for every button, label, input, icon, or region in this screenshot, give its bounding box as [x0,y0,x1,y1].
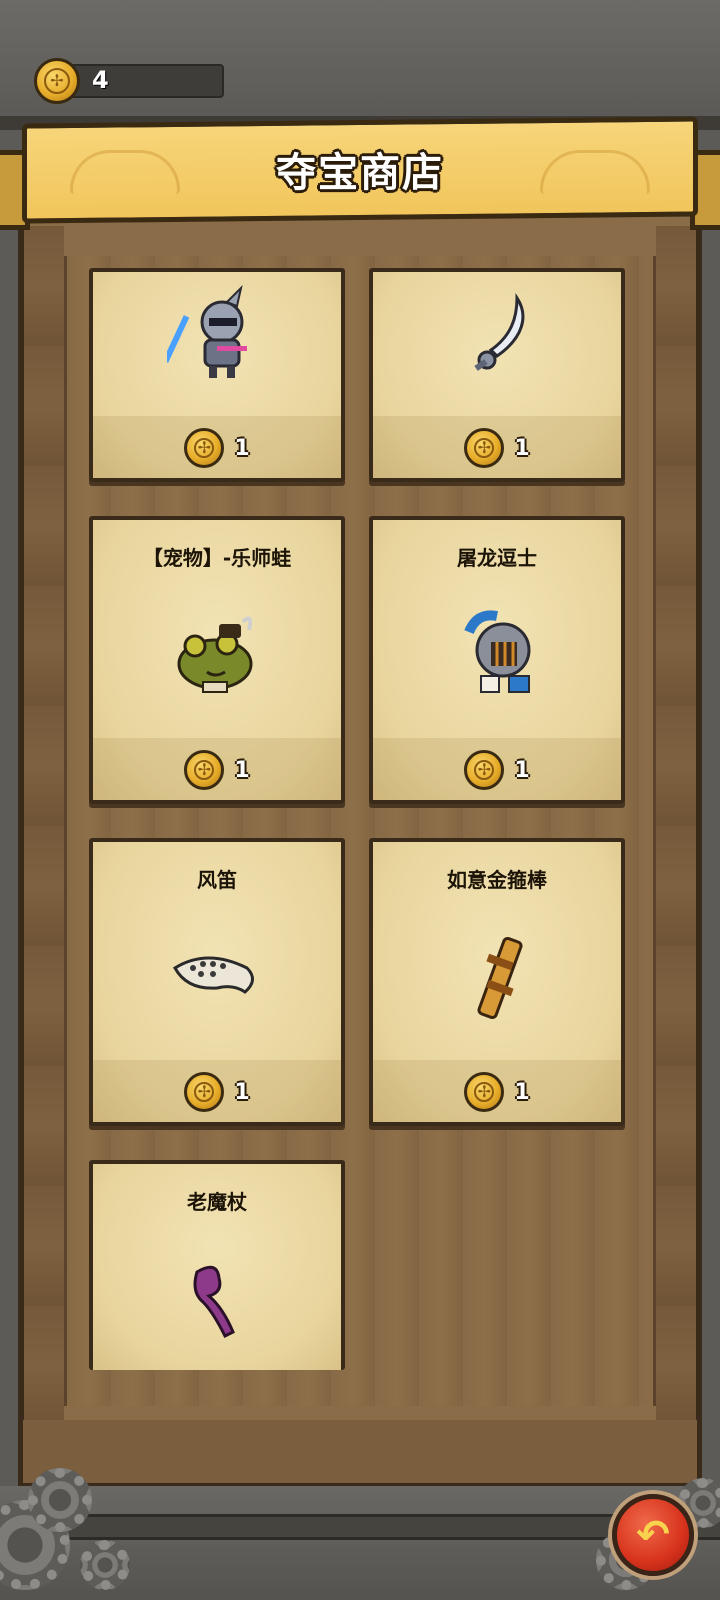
shop-item-card[interactable]: 1 [369,268,625,482]
purple-wand-icon [193,1265,235,1339]
price-tag: 1 [373,1072,621,1112]
musician-frog-pet-icon [177,616,253,693]
gold-coin-icon [184,750,225,790]
shop-item-card[interactable]: 屠龙逗士 1 [369,516,625,804]
page-title: 夺宝商店 [276,150,444,196]
price-value: 1 [234,435,250,461]
item-name: 屠龙逗士 [457,546,537,570]
item-name: 风笛 [197,868,237,892]
gear-icon [80,1540,130,1590]
price-value: 1 [514,435,530,461]
shop-item-card[interactable]: 【宠物】-乐师蛙 1 [89,516,345,804]
gold-coin-icon [34,58,80,104]
item-name: 如意金箍棒 [447,868,547,892]
board-carving-right [656,226,696,1426]
price-tag: 1 [93,750,341,790]
price-value: 1 [514,757,530,783]
price-value: 1 [514,1079,530,1105]
gold-coin-icon [184,428,225,468]
armored-knight-icon [464,610,531,693]
gear-icon [28,1468,92,1532]
back-arrow-icon: ↶ [636,1512,670,1558]
back-button[interactable]: ↶ [612,1494,694,1576]
currency-counter: 4 [34,58,224,104]
golden-staff-icon [477,936,523,1020]
mecha-knight-sword-icon [167,284,247,378]
shop-item-card[interactable]: 老魔杖 [89,1160,345,1370]
item-name: 【宠物】-乐师蛙 [142,546,292,570]
item-name: 老魔杖 [187,1190,247,1214]
gold-coin-icon [464,1072,505,1112]
price-tag: 1 [93,1072,341,1112]
shop-item-card[interactable]: 如意金箍棒 1 [369,838,625,1126]
gold-coin-icon [464,428,505,468]
gold-coin-icon [184,1072,225,1112]
price-value: 1 [234,1079,250,1105]
price-tag: 1 [373,428,621,468]
price-tag: 1 [93,428,341,468]
gold-coin-icon [464,750,505,790]
curved-blade-icon [474,293,525,371]
board-carving-left [24,226,64,1426]
shop-item-card[interactable]: 风笛 1 [89,838,345,1126]
price-tag: 1 [373,750,621,790]
ocarina-flute-icon [173,956,254,994]
shop-item-card[interactable]: 1 [89,268,345,482]
price-value: 1 [234,757,250,783]
currency-count: 4 [92,66,109,94]
board-base [18,1420,702,1488]
